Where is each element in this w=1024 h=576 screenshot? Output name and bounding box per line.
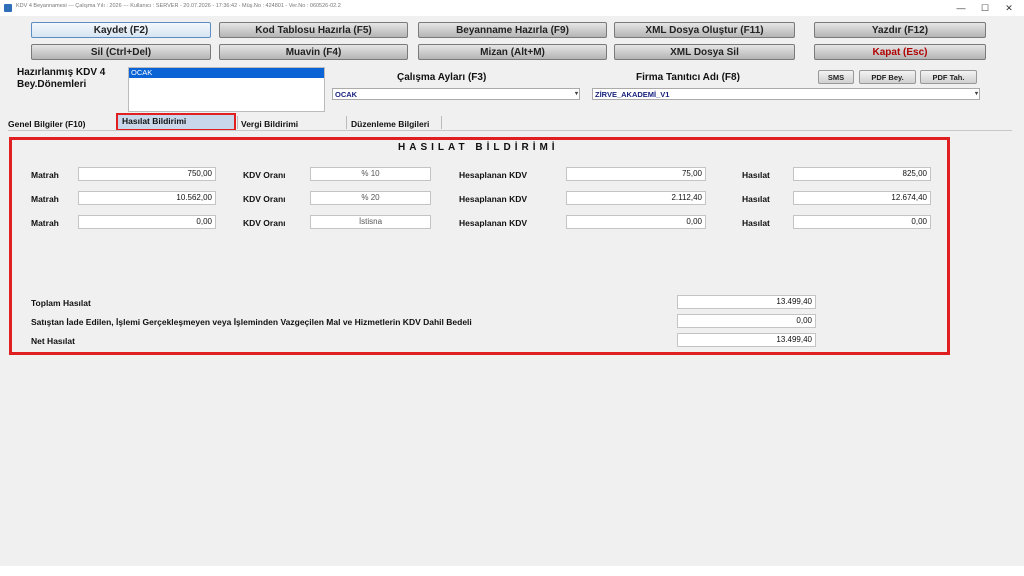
trial-balance-button[interactable]: Mizan (Alt+M): [418, 44, 607, 60]
periods-list-item[interactable]: OCAK: [129, 68, 324, 78]
returns-field[interactable]: 0,00: [677, 314, 816, 328]
periods-list[interactable]: OCAK: [128, 67, 325, 112]
matrah-label: Matrah: [31, 194, 59, 204]
tab-revenue-notice[interactable]: Hasılat Bildirimi: [122, 116, 186, 126]
vat-rate-field[interactable]: İstisna: [310, 215, 431, 229]
calculated-vat-field[interactable]: 2.112,40: [566, 191, 706, 205]
tab-arrangement-info[interactable]: Düzenleme Bilgileri: [351, 119, 429, 129]
save-button[interactable]: Kaydet (F2): [31, 22, 211, 38]
work-months-value: OCAK: [335, 90, 358, 99]
firm-value: ZİRVE_AKADEMİ_V1: [595, 90, 670, 99]
total-revenue-label: Toplam Hasılat: [31, 298, 91, 308]
matrah-field[interactable]: 750,00: [78, 167, 216, 181]
minimize-icon[interactable]: —: [950, 0, 972, 16]
vat-rate-field[interactable]: % 10: [310, 167, 431, 181]
close-button[interactable]: Kapat (Esc): [814, 44, 986, 60]
revenue-label: Hasılat: [742, 218, 770, 228]
firm-select[interactable]: ZİRVE_AKADEMİ_V1 ▾: [592, 88, 980, 100]
prepare-declaration-button[interactable]: Beyanname Hazırla (F9): [418, 22, 607, 38]
revenue-field[interactable]: 12.674,40: [793, 191, 931, 205]
calculated-vat-field[interactable]: 0,00: [566, 215, 706, 229]
revenue-label: Hasılat: [742, 170, 770, 180]
app-window: KDV 4 Beyannamesi --- Çalışma Yılı : 202…: [0, 0, 1024, 566]
matrah-label: Matrah: [31, 218, 59, 228]
vat-rate-label: KDV Oranı: [243, 170, 286, 180]
returns-label: Satıştan İade Edilen, İşlemi Gerçekleşme…: [31, 317, 472, 327]
net-revenue-field[interactable]: 13.499,40: [677, 333, 816, 347]
tab-divider: [441, 116, 442, 129]
work-months-select[interactable]: OCAK ▾: [332, 88, 580, 100]
ledger-button[interactable]: Muavin (F4): [219, 44, 408, 60]
revenue-field[interactable]: 825,00: [793, 167, 931, 181]
revenue-notice-title: HASILAT BİLDİRİMİ: [398, 142, 559, 153]
code-table-button[interactable]: Kod Tablosu Hazırla (F5): [219, 22, 408, 38]
revenue-label: Hasılat: [742, 194, 770, 204]
firm-label: Firma Tanıtıcı Adı (F8): [636, 72, 740, 83]
pdf-accrual-button[interactable]: PDF Tah.: [920, 70, 977, 84]
sms-button[interactable]: SMS: [818, 70, 854, 84]
dropdown-arrow-icon[interactable]: ▾: [575, 89, 578, 100]
calculated-vat-label: Hesaplanan KDV: [459, 170, 528, 180]
matrah-field[interactable]: 0,00: [78, 215, 216, 229]
tab-divider: [237, 116, 238, 129]
dropdown-arrow-icon[interactable]: ▾: [975, 89, 978, 100]
window-title: KDV 4 Beyannamesi --- Çalışma Yılı : 202…: [16, 3, 341, 9]
tab-general-info[interactable]: Genel Bilgiler (F10): [8, 119, 85, 129]
pdf-declaration-button[interactable]: PDF Bey.: [859, 70, 916, 84]
delete-button[interactable]: Sil (Ctrl+Del): [31, 44, 211, 60]
work-months-label: Çalışma Ayları (F3): [397, 72, 487, 83]
net-revenue-label: Net Hasılat: [31, 336, 75, 346]
tab-divider: [346, 116, 347, 129]
create-xml-button[interactable]: XML Dosya Oluştur (F11): [614, 22, 795, 38]
total-revenue-field[interactable]: 13.499,40: [677, 295, 816, 309]
calculated-vat-label: Hesaplanan KDV: [459, 194, 528, 204]
vat-rate-label: KDV Oranı: [243, 194, 286, 204]
print-button[interactable]: Yazdır (F12): [814, 22, 986, 38]
tab-tax-notice[interactable]: Vergi Bildirimi: [241, 119, 298, 129]
matrah-label: Matrah: [31, 170, 59, 180]
calculated-vat-label: Hesaplanan KDV: [459, 218, 528, 228]
maximize-icon[interactable]: ☐: [974, 0, 996, 16]
close-icon[interactable]: ✕: [998, 0, 1020, 16]
app-icon: [4, 4, 12, 12]
revenue-field[interactable]: 0,00: [793, 215, 931, 229]
vat-rate-field[interactable]: % 20: [310, 191, 431, 205]
delete-xml-button[interactable]: XML Dosya Sil: [614, 44, 795, 60]
calculated-vat-field[interactable]: 75,00: [566, 167, 706, 181]
title-bar: KDV 4 Beyannamesi --- Çalışma Yılı : 202…: [0, 0, 1024, 16]
vat-rate-label: KDV Oranı: [243, 218, 286, 228]
matrah-field[interactable]: 10.562,00: [78, 191, 216, 205]
periods-label-line2: Bey.Dönemleri: [17, 79, 87, 90]
periods-label-line1: Hazırlanmış KDV 4: [17, 67, 106, 78]
